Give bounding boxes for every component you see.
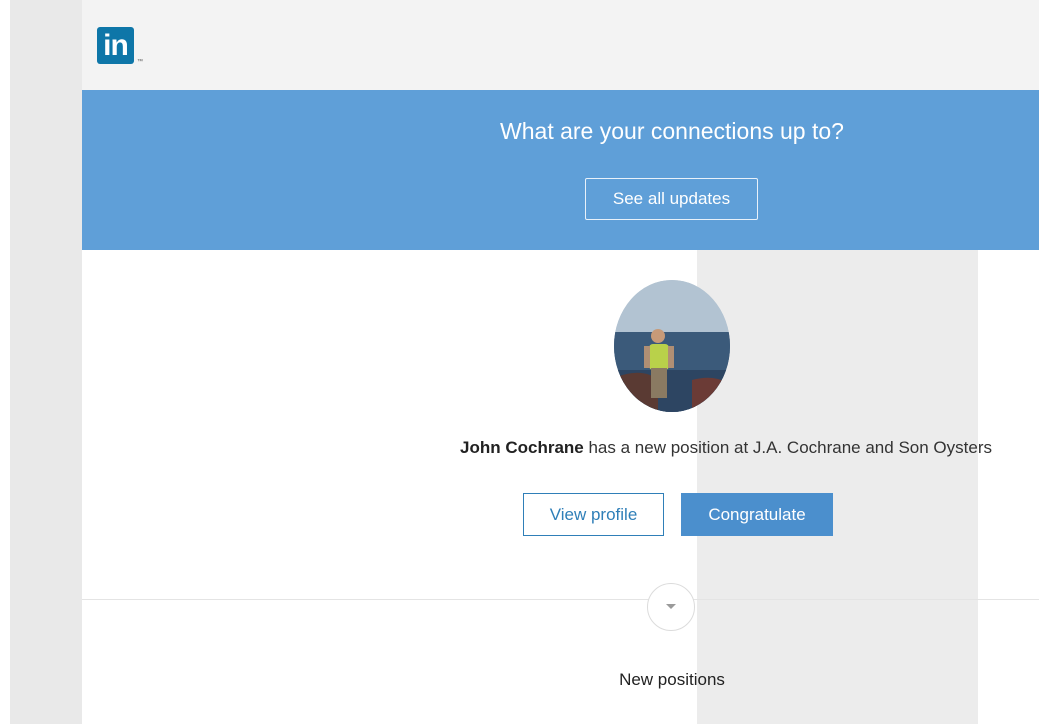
banner-title: What are your connections up to? (500, 118, 844, 144)
see-all-updates-button[interactable]: See all updates (585, 178, 758, 220)
profile-avatar[interactable] (614, 280, 730, 412)
linkedin-logo[interactable]: in (97, 27, 134, 64)
left-edge (0, 0, 10, 724)
congratulate-button[interactable]: Congratulate (681, 493, 833, 536)
update-message-text: has a new position at J.A. Cochrane and … (583, 438, 992, 457)
header-bar (82, 0, 1039, 90)
avatar-photo (614, 280, 730, 412)
person-name-link[interactable]: John Cochrane (460, 438, 584, 457)
connections-banner (82, 90, 1039, 250)
email-page: in ™ What are your connections up to? Se… (0, 0, 1039, 724)
logo-trademark: ™ (137, 59, 143, 65)
chevron-down-icon (666, 604, 676, 609)
view-profile-button[interactable]: View profile (523, 493, 664, 536)
right-margin (978, 250, 1039, 724)
expand-toggle[interactable] (647, 583, 695, 631)
section-divider (82, 599, 1039, 600)
section-heading: New positions (619, 670, 725, 689)
content-shade-panel (697, 250, 978, 724)
update-message: John Cochrane has a new position at J.A.… (82, 438, 1039, 458)
left-gutter (0, 0, 82, 724)
